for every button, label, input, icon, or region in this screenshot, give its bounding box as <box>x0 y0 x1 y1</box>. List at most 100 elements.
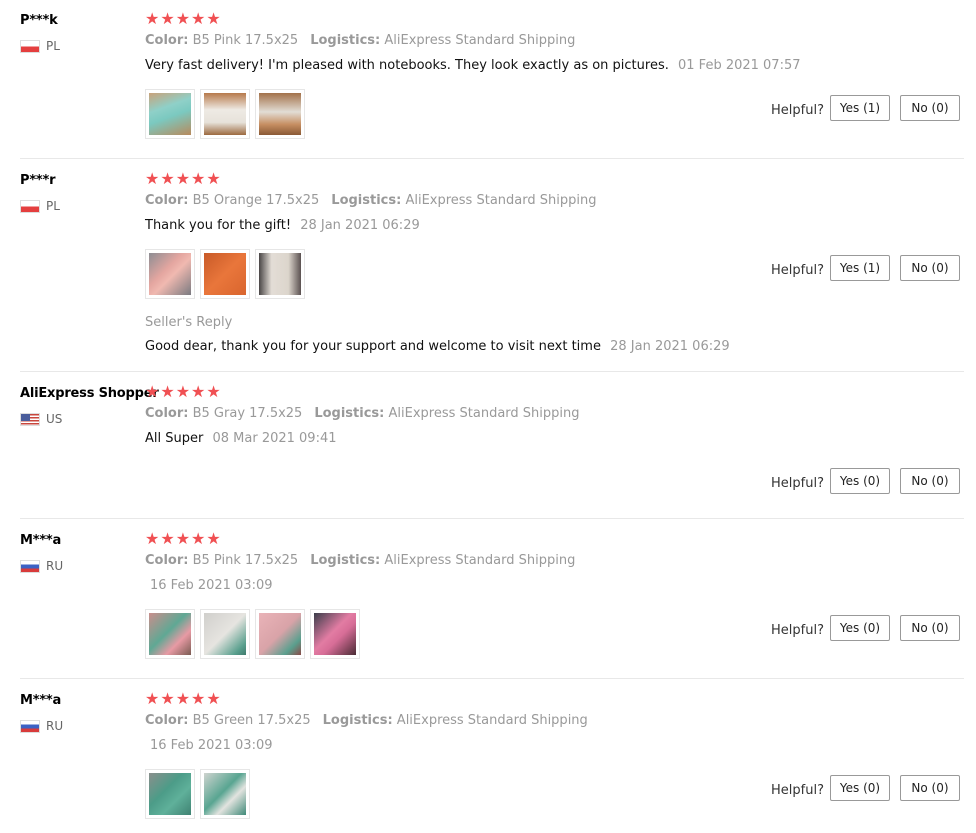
helpful-yes-button[interactable]: Yes (1) <box>830 95 890 121</box>
seller-reply: Good dear, thank you for your support an… <box>145 339 730 354</box>
reviewer-country: PL <box>20 198 60 214</box>
poland-flag-icon <box>20 39 40 53</box>
review-date: 08 Mar 2021 09:41 <box>212 431 337 446</box>
review-photo[interactable] <box>255 89 305 139</box>
review-item: P***k PL ★★★★★ Color: B5 Pink 17.5x25 Log… <box>20 9 964 153</box>
color-label: Color: <box>145 406 189 421</box>
photo-package <box>149 253 191 295</box>
country-code: US <box>46 412 63 426</box>
helpful-yes-button[interactable]: Yes (0) <box>830 615 890 641</box>
review-item: P***r PL ★★★★★ Color: B5 Orange 17.5x25 L… <box>20 169 964 363</box>
review-body: All Super <box>145 431 204 446</box>
photo-pink-notebook <box>149 613 191 655</box>
review-photo[interactable] <box>255 609 305 659</box>
photo-pink-cover <box>259 613 301 655</box>
review-photos <box>145 89 305 139</box>
reviewer-name: P***r <box>20 173 56 188</box>
review-divider <box>20 371 964 372</box>
star-rating: ★★★★★ <box>145 529 222 548</box>
review-photo[interactable] <box>200 769 250 819</box>
reviewer-country: PL <box>20 38 60 54</box>
color-label: Color: <box>145 553 189 568</box>
review-photos <box>145 249 305 299</box>
photo-green-cover <box>204 773 246 815</box>
helpful-no-button[interactable]: No (0) <box>900 255 960 281</box>
country-code: PL <box>46 199 60 213</box>
helpful-no-button[interactable]: No (0) <box>900 615 960 641</box>
seller-reply-label: Seller's Reply <box>145 315 233 330</box>
review-item: AliExpress Shopper US ★★★★★ Color: B5 Gr… <box>20 382 964 506</box>
helpful-yes-button[interactable]: Yes (1) <box>830 255 890 281</box>
reviewer-country: US <box>20 411 62 427</box>
star-rating: ★★★★★ <box>145 689 222 708</box>
russia-flag-icon <box>20 719 40 733</box>
color-value: B5 Pink 17.5x25 <box>192 553 299 568</box>
color-label: Color: <box>145 33 189 48</box>
review-body: Thank you for the gift! <box>145 218 292 233</box>
helpful-yes-button[interactable]: Yes (0) <box>830 468 890 494</box>
color-label: Color: <box>145 713 189 728</box>
review-meta: Color: B5 Orange 17.5x25 Logistics: AliEx… <box>145 193 596 208</box>
photo-open-pages <box>259 253 301 295</box>
helpful-label: Helpful? <box>771 263 824 278</box>
country-code: RU <box>46 719 64 733</box>
reviewer-country: RU <box>20 718 63 734</box>
review-photo[interactable] <box>145 769 195 819</box>
review-text: Thank you for the gift! 28 Jan 2021 06:2… <box>145 218 420 233</box>
color-value: B5 Gray 17.5x25 <box>192 406 303 421</box>
star-rating: ★★★★★ <box>145 382 222 401</box>
review-item: M***a RU ★★★★★ Color: B5 Pink 17.5x25 Log… <box>20 529 964 673</box>
reviewer-name: M***a <box>20 693 62 708</box>
color-value: B5 Orange 17.5x25 <box>192 193 320 208</box>
logistics-value: AliExpress Standard Shipping <box>396 713 588 728</box>
russia-flag-icon <box>20 559 40 573</box>
review-divider <box>20 518 964 519</box>
review-photo[interactable] <box>200 89 250 139</box>
star-rating: ★★★★★ <box>145 9 222 28</box>
review-photo[interactable] <box>200 609 250 659</box>
photo-notebook-cover <box>259 93 301 135</box>
helpful-label: Helpful? <box>771 783 824 798</box>
review-meta: Color: B5 Gray 17.5x25 Logistics: AliExpr… <box>145 406 580 421</box>
review-photo[interactable] <box>310 609 360 659</box>
helpful-label: Helpful? <box>771 103 824 118</box>
star-rating: ★★★★★ <box>145 169 222 188</box>
review-text: All Super 08 Mar 2021 09:41 <box>145 431 337 446</box>
country-code: PL <box>46 39 60 53</box>
review-body: Very fast delivery! I'm pleased with not… <box>145 58 669 73</box>
review-photo[interactable] <box>145 89 195 139</box>
review-divider <box>20 678 964 679</box>
us-flag-icon <box>20 412 40 426</box>
photo-white-notebook <box>204 613 246 655</box>
reviewer-name: AliExpress Shopper <box>20 386 159 401</box>
helpful-no-button[interactable]: No (0) <box>900 468 960 494</box>
logistics-label: Logistics: <box>310 553 381 568</box>
logistics-label: Logistics: <box>322 713 393 728</box>
review-date: 01 Feb 2021 07:57 <box>678 58 801 73</box>
review-photo[interactable] <box>255 249 305 299</box>
logistics-value: AliExpress Standard Shipping <box>384 33 576 48</box>
review-date: 16 Feb 2021 03:09 <box>150 578 273 593</box>
helpful-label: Helpful? <box>771 476 824 491</box>
helpful-yes-button[interactable]: Yes (0) <box>830 775 890 801</box>
seller-reply-date: 28 Jan 2021 06:29 <box>610 339 730 354</box>
review-photo[interactable] <box>200 249 250 299</box>
reviewer-name: M***a <box>20 533 62 548</box>
color-value: B5 Pink 17.5x25 <box>192 33 299 48</box>
helpful-no-button[interactable]: No (0) <box>900 775 960 801</box>
photo-orange-notebook <box>204 253 246 295</box>
photo-notebook-opened <box>204 93 246 135</box>
logistics-label: Logistics: <box>314 406 385 421</box>
review-text: 16 Feb 2021 03:09 <box>145 578 273 593</box>
reviewer-country: RU <box>20 558 63 574</box>
review-photo[interactable] <box>145 249 195 299</box>
logistics-value: AliExpress Standard Shipping <box>384 553 576 568</box>
review-text: Very fast delivery! I'm pleased with not… <box>145 58 801 73</box>
helpful-no-button[interactable]: No (0) <box>900 95 960 121</box>
review-text: 16 Feb 2021 03:09 <box>145 738 273 753</box>
review-photo[interactable] <box>145 609 195 659</box>
review-date: 28 Jan 2021 06:29 <box>300 218 420 233</box>
seller-reply-text: Good dear, thank you for your support an… <box>145 339 601 354</box>
logistics-label: Logistics: <box>331 193 402 208</box>
country-code: RU <box>46 559 64 573</box>
